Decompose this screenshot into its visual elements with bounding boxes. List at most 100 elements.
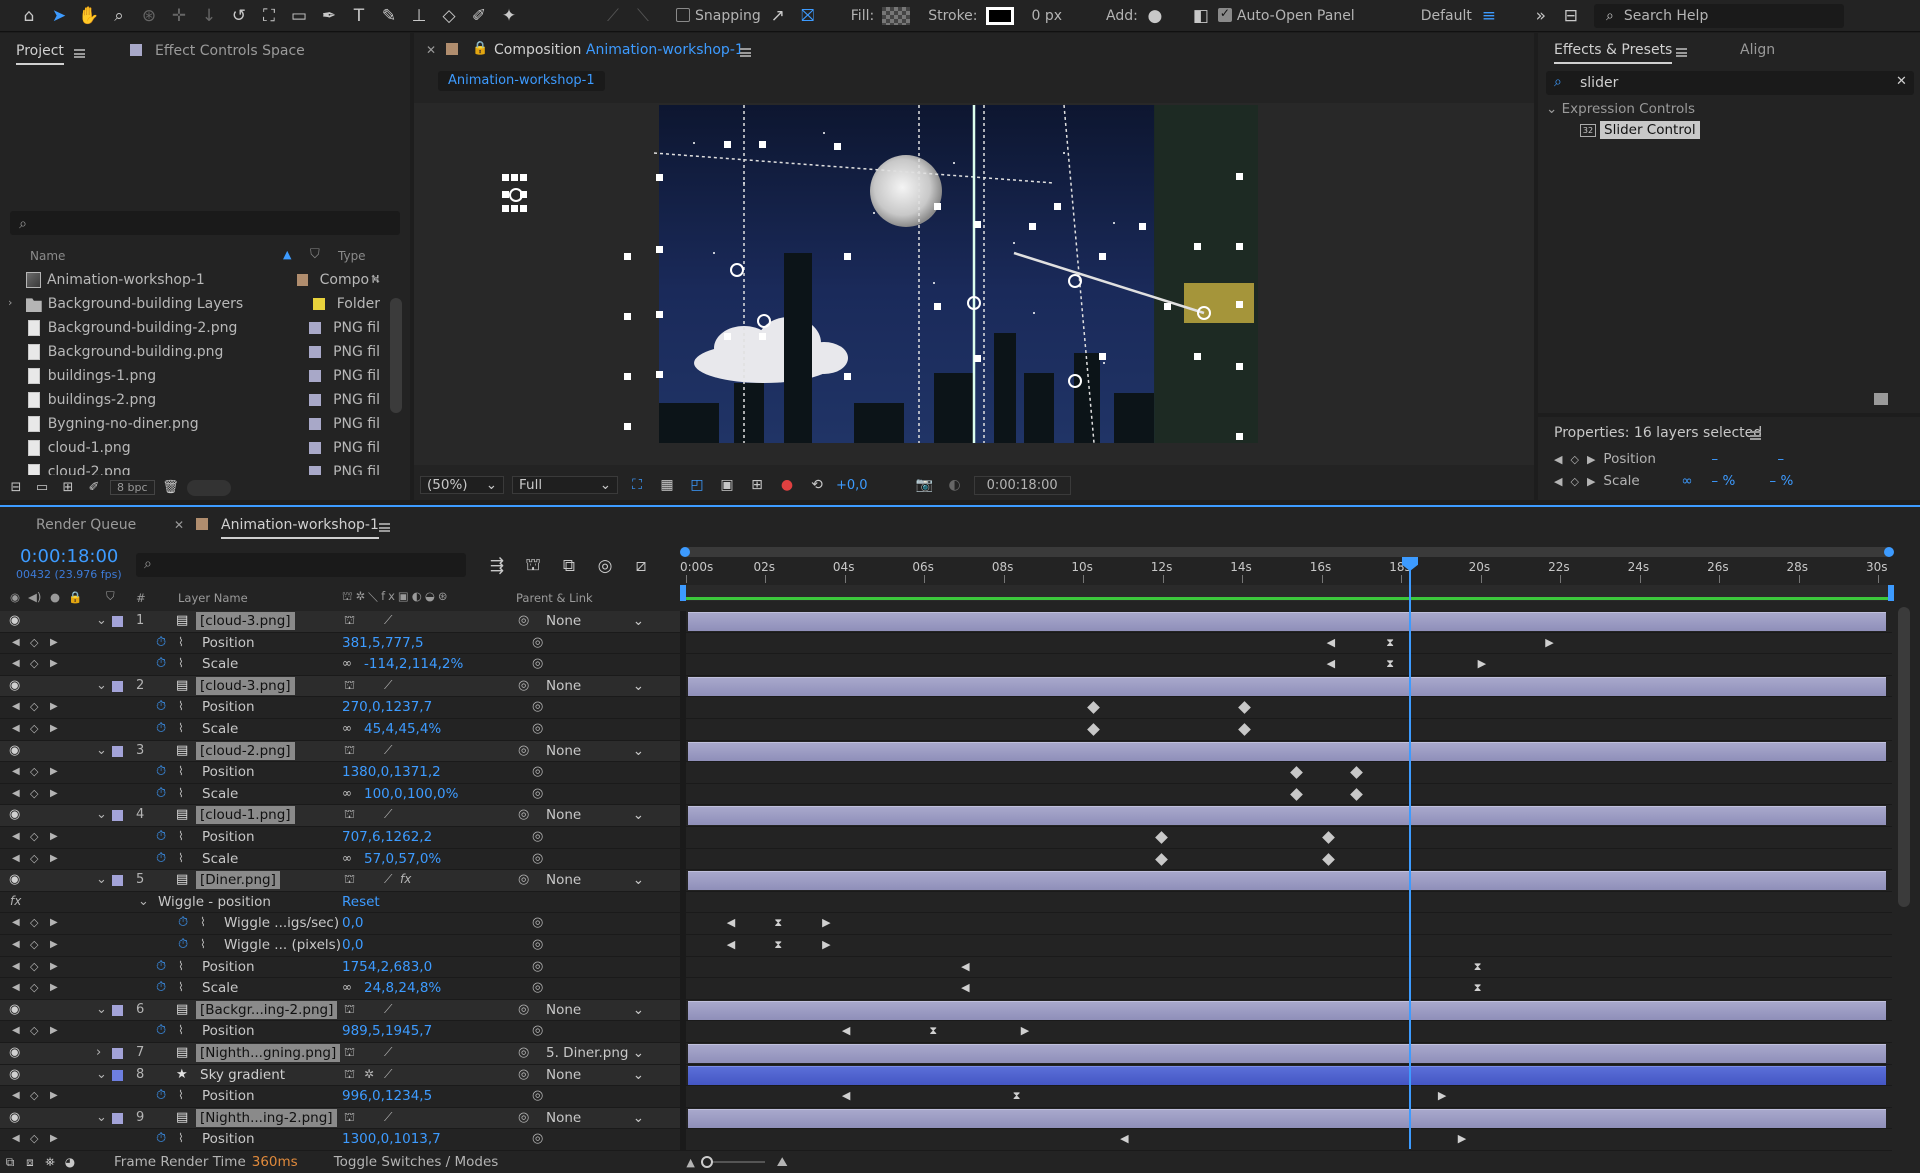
eye-icon[interactable]: ◉ bbox=[9, 1045, 20, 1060]
trash-icon[interactable]: 🗑 bbox=[161, 475, 181, 501]
panel-toggle-icon[interactable]: ◧ bbox=[1188, 3, 1214, 29]
keyframe[interactable]: ◀ bbox=[842, 1025, 850, 1036]
new-folder-icon[interactable]: ▭ bbox=[32, 475, 52, 501]
graph-icon[interactable]: ⌇ bbox=[178, 1088, 184, 1102]
shy-switch-icon[interactable]: ⛫ bbox=[344, 1067, 355, 1083]
expression-pickwhip-icon[interactable]: ◎ bbox=[532, 699, 543, 714]
rotate-tool-icon[interactable]: ↺ bbox=[226, 3, 252, 29]
layer-name[interactable]: [cloud-2.png] bbox=[196, 741, 295, 760]
layer-duration-bar[interactable] bbox=[688, 1108, 1886, 1128]
pan-camera-icon[interactable]: ✛ bbox=[166, 3, 192, 29]
new-preset-icon[interactable] bbox=[1874, 393, 1888, 405]
work-area-start[interactable] bbox=[680, 585, 686, 601]
clear-search-icon[interactable]: ✕ bbox=[1896, 74, 1907, 89]
property-row[interactable]: ◀ ◇ ▶ ⏱ ⌇ Scale ∞ 24,8,24,8% ◎ bbox=[0, 978, 680, 1000]
layer-switches-icon[interactable]: ⧉ bbox=[0, 1149, 20, 1173]
parent-dropdown[interactable]: None ⌄ bbox=[540, 1109, 650, 1127]
pan-behind-icon[interactable]: ⛶ bbox=[256, 3, 282, 29]
keyframe[interactable]: ⧗ bbox=[1386, 658, 1394, 669]
keyframe[interactable]: ▶ bbox=[1545, 637, 1553, 648]
parent-dropdown[interactable]: None ⌄ bbox=[540, 612, 650, 630]
chevron-down-icon[interactable]: ⌄ bbox=[96, 743, 107, 758]
property-value[interactable]: 1300,0,1013,7 bbox=[342, 1131, 441, 1147]
snapping-toggle[interactable]: Snapping bbox=[676, 7, 761, 24]
stopwatch-icon[interactable]: ⏱ bbox=[156, 786, 166, 801]
layer-row[interactable]: ◉ ⌄ 4 ▤ [cloud-1.png] ⛫ ⟋ ◎ None ⌄ bbox=[0, 805, 680, 827]
next-keyframe-icon[interactable]: ▶ bbox=[50, 637, 58, 648]
quality-switch-icon[interactable]: ⟋ bbox=[384, 1110, 392, 1125]
work-area-end[interactable] bbox=[1888, 585, 1894, 601]
property-value[interactable]: 0,0 bbox=[342, 915, 363, 931]
toggle-switches-modes[interactable]: Toggle Switches / Modes bbox=[334, 1154, 499, 1170]
next-keyframe-icon[interactable]: ▶ bbox=[50, 1025, 58, 1036]
chevron-down-icon[interactable]: ⌄ bbox=[96, 1067, 107, 1082]
property-row[interactable]: ◀ ◇ ▶ ⏱ ⌇ Position 1380,0,1371,2 ◎ bbox=[0, 762, 680, 784]
property-value[interactable]: 57,0,57,0% bbox=[364, 851, 441, 867]
new-composition-icon[interactable]: ⊞ bbox=[58, 475, 78, 501]
parent-dropdown[interactable]: 5. Diner.png ⌄ bbox=[540, 1044, 650, 1062]
prev-keyframe-icon[interactable]: ◀ bbox=[12, 961, 20, 972]
pickwhip-icon[interactable]: ◎ bbox=[518, 1002, 529, 1017]
bpc-button[interactable]: 8 bpc bbox=[110, 480, 155, 495]
tab-composition[interactable]: Composition Animation-workshop-1 bbox=[494, 42, 744, 58]
parent-dropdown[interactable]: None ⌄ bbox=[540, 871, 650, 889]
keyframe[interactable]: ◀ bbox=[961, 982, 969, 993]
keyframe[interactable]: ◀ bbox=[842, 1090, 850, 1101]
chevron-down-icon[interactable]: ⌄ bbox=[96, 1002, 107, 1017]
tab-render-queue[interactable]: Render Queue bbox=[36, 517, 136, 533]
pickwhip-icon[interactable]: ◎ bbox=[518, 1045, 529, 1060]
frame-blending-icon[interactable]: ⧉ bbox=[556, 553, 582, 579]
shy-switch-icon[interactable]: ⛫ bbox=[344, 872, 355, 888]
layer-row[interactable]: ◉ ⌄ 1 ▤ [cloud-3.png] ⛫ ⟋ ◎ None ⌄ bbox=[0, 611, 680, 632]
property-row[interactable]: ◀ ◇ ▶ ⏱ ⌇ Wiggle ...igs/sec) 0,0 ◎ bbox=[0, 913, 680, 935]
next-keyframe-icon[interactable]: ▶ bbox=[1587, 475, 1595, 488]
eye-icon[interactable]: ◉ bbox=[9, 1002, 20, 1017]
expression-pickwhip-icon[interactable]: ◎ bbox=[532, 959, 543, 974]
expression-pickwhip-icon[interactable]: ◎ bbox=[532, 937, 543, 952]
property-row[interactable]: ◀ ◇ ▶ ⏱ ⌇ Scale ∞ 45,4,45,4% ◎ bbox=[0, 719, 680, 740]
keyframe-diamond-icon[interactable]: ◇ bbox=[30, 636, 38, 649]
chevron-down-icon[interactable]: ⌄ bbox=[96, 1110, 107, 1125]
keyframe[interactable]: ◀ bbox=[727, 917, 735, 928]
next-keyframe-icon[interactable]: ▶ bbox=[50, 831, 58, 842]
stopwatch-icon[interactable]: ⏱ bbox=[156, 851, 166, 866]
expression-pickwhip-icon[interactable]: ◎ bbox=[532, 764, 543, 779]
close-tab-icon[interactable]: ✕ bbox=[426, 43, 436, 57]
fast-preview-icon[interactable]: ⛶ bbox=[626, 472, 648, 498]
solo-switch-icon[interactable]: ● bbox=[50, 590, 60, 604]
stopwatch-icon[interactable]: ⏱ bbox=[156, 656, 166, 671]
prev-keyframe-icon[interactable]: ◀ bbox=[12, 1133, 20, 1144]
prop-position-x[interactable]: – bbox=[1711, 451, 1769, 467]
property-track[interactable] bbox=[688, 632, 1886, 654]
property-row[interactable]: ◀ ◇ ▶ ⏱ ⌇ Position 1754,2,683,0 ◎ bbox=[0, 956, 680, 978]
keyframe-diamond-icon[interactable]: ◇ bbox=[30, 938, 38, 951]
lock-icon[interactable]: 🔒 bbox=[472, 41, 488, 56]
auto-open-toggle[interactable]: Auto-Open Panel bbox=[1217, 6, 1355, 24]
keyframe-diamond-icon[interactable]: ◇ bbox=[30, 1024, 38, 1037]
add-dropdown-icon[interactable]: ● bbox=[1142, 3, 1168, 29]
project-item[interactable]: Bygning-no-diner.png PNG fil bbox=[0, 412, 380, 436]
layer-name[interactable]: [Backgr...ing-2.png] bbox=[196, 1000, 338, 1019]
layer-label-swatch[interactable] bbox=[112, 1112, 123, 1124]
chevron-down-icon[interactable]: ⌄ bbox=[96, 613, 107, 628]
expression-pickwhip-icon[interactable]: ◎ bbox=[532, 980, 543, 995]
quality-switch-icon[interactable]: ⟋ bbox=[384, 743, 392, 758]
lock-switch-icon[interactable]: 🔒 bbox=[68, 590, 82, 604]
keyframe-diamond-icon[interactable]: ◇ bbox=[30, 722, 38, 735]
project-menu-icon[interactable] bbox=[74, 49, 85, 58]
property-track[interactable] bbox=[688, 913, 1886, 934]
layer-row[interactable]: ◉ ⌄ 8 ★ Sky gradient ⛫ ✲ ⟋ ◎ None ⌄ bbox=[0, 1064, 680, 1086]
layer-label-swatch[interactable] bbox=[112, 1004, 123, 1016]
next-keyframe-icon[interactable]: ▶ bbox=[50, 658, 58, 669]
expression-pickwhip-icon[interactable]: ◎ bbox=[532, 851, 543, 866]
graph-icon[interactable]: ⌇ bbox=[178, 635, 184, 649]
shy-switch-icon[interactable]: ⛫ bbox=[344, 807, 355, 823]
keyframe[interactable]: ⧗ bbox=[1386, 637, 1394, 648]
stopwatch-icon[interactable]: ⏱ bbox=[156, 635, 166, 650]
prev-keyframe-icon[interactable]: ◀ bbox=[12, 701, 20, 712]
world-axis-icon[interactable]: ⟍ bbox=[630, 3, 656, 29]
property-track[interactable] bbox=[688, 978, 1886, 999]
snapshot-icon[interactable]: 📷 bbox=[914, 472, 936, 498]
layer-row[interactable]: ◉ ⌄ 3 ▤ [cloud-2.png] ⛫ ⟋ ◎ None ⌄ bbox=[0, 740, 680, 762]
snap-icon[interactable]: ↗ bbox=[765, 3, 791, 29]
